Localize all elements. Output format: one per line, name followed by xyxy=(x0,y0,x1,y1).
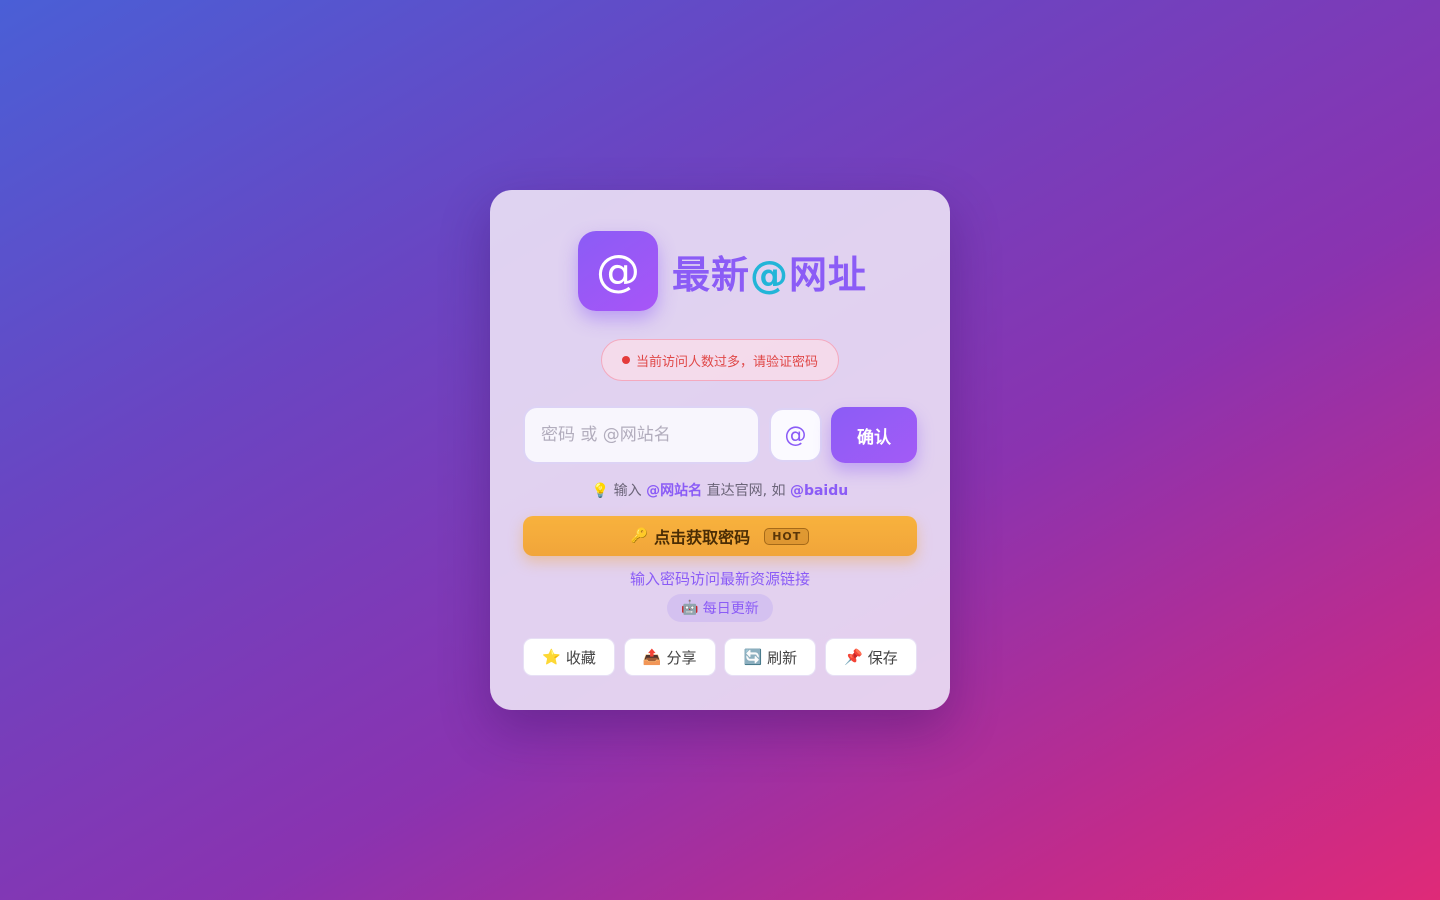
subtitle-text: 输入密码访问最新资源链接 xyxy=(629,570,810,588)
hot-badge: HOT xyxy=(764,527,810,545)
hint-keyword: @网站名 xyxy=(646,483,703,499)
confirm-label: 确认 xyxy=(857,427,891,448)
title-at: @ xyxy=(750,252,790,297)
hint-text: 💡 输入 @网站名 直达官网, 如 @baidu xyxy=(490,480,950,500)
at-button[interactable]: @ xyxy=(769,408,822,462)
get-password-label: 点击获取密码 xyxy=(654,528,751,547)
favorite-button[interactable]: ⭐ 收藏 xyxy=(523,638,615,676)
pushpin-icon: 📌 xyxy=(844,648,863,666)
warning-alert: 当前访问人数过多，请验证密码 xyxy=(601,339,839,381)
brand-header: @ 最新@网址 xyxy=(578,231,867,311)
save-label: 保存 xyxy=(867,648,898,667)
save-button[interactable]: 📌 保存 xyxy=(824,638,917,676)
lightbulb-icon: 💡 xyxy=(591,483,610,499)
daily-update-badge: 🤖 每日更新 xyxy=(667,594,773,622)
at-logo-icon: @ xyxy=(578,231,658,311)
refresh-icon: 🔄 xyxy=(743,648,763,666)
hint-middle: 直达官网, 如 xyxy=(706,483,786,499)
outbox-icon: 📤 xyxy=(642,648,662,666)
at-symbol: @ xyxy=(784,422,807,448)
password-input[interactable] xyxy=(523,406,760,464)
page-title: 最新@网址 xyxy=(672,244,867,299)
confirm-button[interactable]: 确认 xyxy=(831,407,917,463)
robot-icon: 🤖 xyxy=(681,600,699,616)
share-button[interactable]: 📤 分享 xyxy=(623,638,716,676)
refresh-label: 刷新 xyxy=(767,648,798,667)
alert-text: 当前访问人数过多，请验证密码 xyxy=(635,354,818,370)
star-icon: ⭐ xyxy=(542,648,561,666)
red-dot-icon xyxy=(621,356,630,364)
hint-prefix: 输入 xyxy=(613,483,642,499)
login-card: @ 最新@网址 当前访问人数过多，请验证密码 @ 确认 💡 输入 @网站名 直达… xyxy=(490,190,950,710)
share-label: 分享 xyxy=(666,648,697,667)
hint-example: @baidu xyxy=(789,483,849,499)
password-form: @ 确认 xyxy=(523,406,917,464)
action-bar: ⭐ 收藏 📤 分享 🔄 刷新 📌 保存 xyxy=(523,638,917,676)
logo-symbol: @ xyxy=(596,245,640,297)
title-part2: 网址 xyxy=(789,252,868,297)
title-part1: 最新 xyxy=(672,252,751,297)
get-password-button[interactable]: 🔑 点击获取密码 HOT xyxy=(523,516,917,556)
daily-update-label: 每日更新 xyxy=(702,601,759,617)
key-icon: 🔑 xyxy=(630,528,649,544)
refresh-button[interactable]: 🔄 刷新 xyxy=(724,638,817,676)
favorite-label: 收藏 xyxy=(565,648,596,667)
